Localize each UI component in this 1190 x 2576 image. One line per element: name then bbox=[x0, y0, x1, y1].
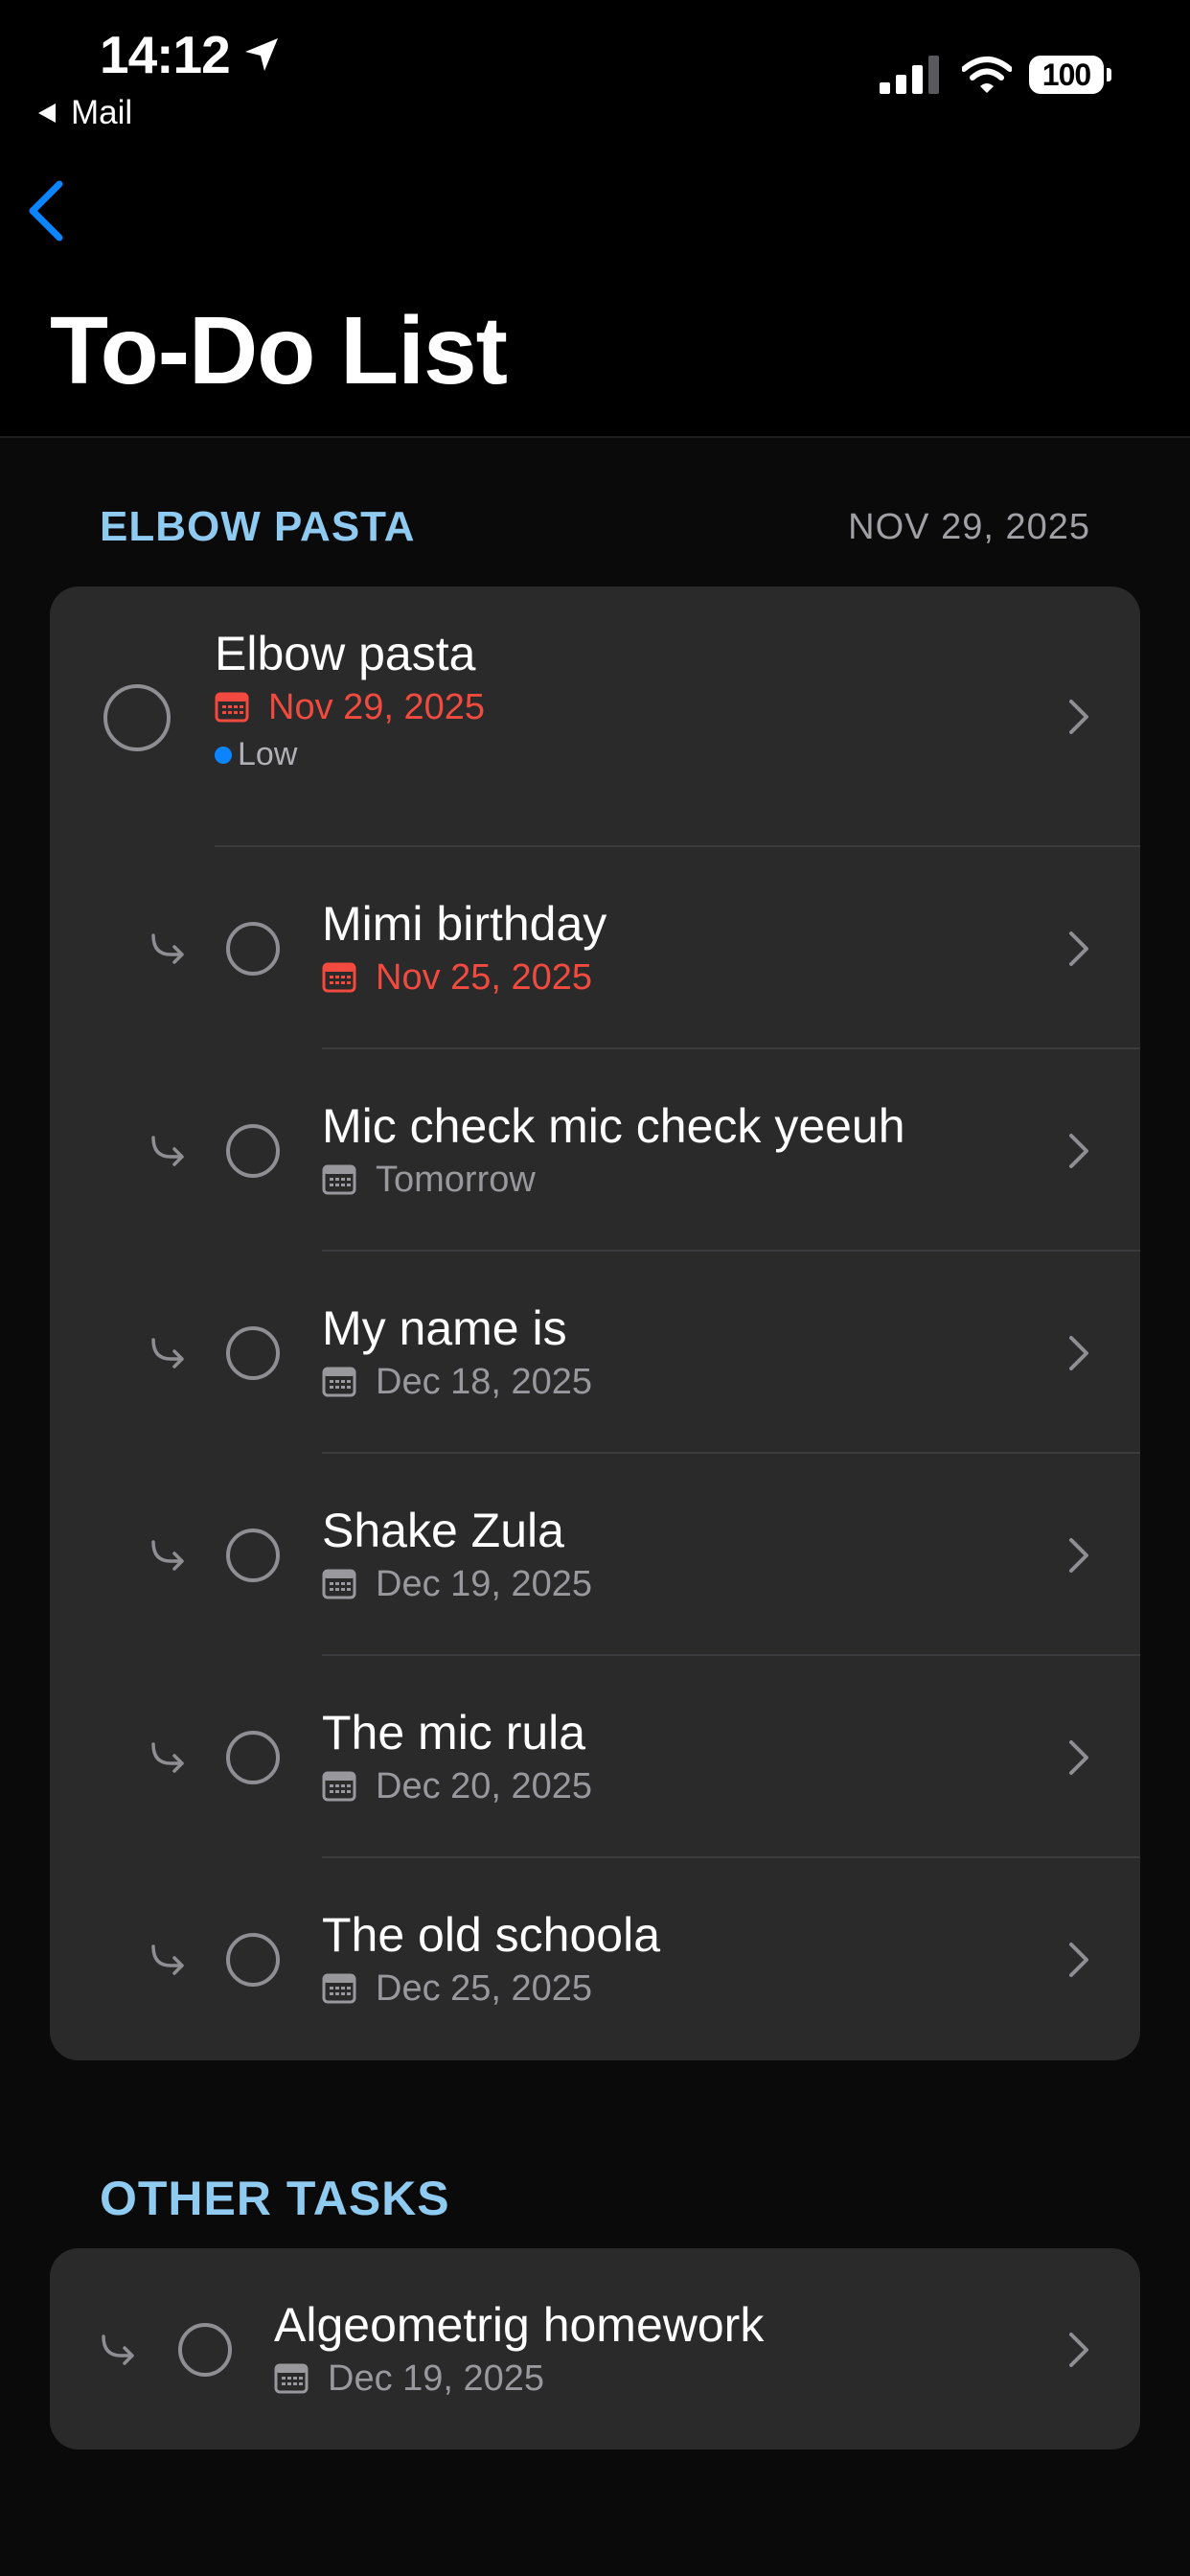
battery-indicator: 100 bbox=[1029, 56, 1104, 94]
calendar-icon bbox=[322, 962, 356, 993]
task-title: The mic rula bbox=[322, 1706, 586, 1760]
calendar-icon bbox=[322, 1164, 356, 1195]
subtask-arrow-icon bbox=[149, 1134, 188, 1168]
complete-toggle[interactable] bbox=[226, 1529, 280, 1582]
complete-toggle[interactable] bbox=[226, 922, 280, 976]
subtask-arrow-icon bbox=[149, 1740, 188, 1775]
parent-task-row[interactable]: Elbow pasta Nov 29, 2025 Low bbox=[50, 586, 1140, 847]
task-title: The old schoola bbox=[322, 1908, 661, 1962]
calendar-icon bbox=[274, 2363, 309, 2394]
subtask-arrow-icon bbox=[149, 1538, 188, 1573]
section-title: OTHER TASKS bbox=[100, 2172, 450, 2225]
chevron-right-icon bbox=[1067, 1334, 1090, 1372]
battery-level: 100 bbox=[1041, 57, 1091, 92]
status-indicators: 100 bbox=[880, 56, 1111, 94]
task-due-date: Dec 19, 2025 bbox=[322, 1561, 592, 1607]
complete-toggle[interactable] bbox=[226, 1124, 280, 1178]
chevron-left-icon bbox=[29, 180, 63, 242]
task-due-date: Nov 29, 2025 bbox=[215, 684, 485, 730]
task-title: Algeometrig homework bbox=[274, 2298, 765, 2352]
task-date-text: Dec 25, 2025 bbox=[376, 1968, 593, 2009]
task-date-text: Dec 18, 2025 bbox=[376, 1362, 593, 1402]
complete-toggle[interactable] bbox=[103, 684, 171, 751]
top-header-area: 14:12 Mail 100 To-Do List bbox=[0, 0, 1190, 438]
location-arrow-icon bbox=[244, 38, 278, 71]
battery-cap bbox=[1107, 68, 1111, 81]
task-row[interactable]: Algeometrig homework Dec 19, 2025 bbox=[50, 2248, 1140, 2450]
complete-toggle[interactable] bbox=[178, 2323, 232, 2377]
subtask-arrow-icon bbox=[149, 1336, 188, 1370]
priority-label: Low bbox=[238, 736, 298, 772]
complete-toggle[interactable] bbox=[226, 1731, 280, 1784]
subtask-row[interactable]: Mimi birthday Nov 25, 2025 bbox=[50, 847, 1140, 1049]
calendar-icon bbox=[322, 1973, 356, 2004]
back-app-label: Mail bbox=[71, 94, 133, 131]
section-date: NOV 29, 2025 bbox=[848, 506, 1090, 547]
section-title: ELBOW PASTA bbox=[100, 503, 416, 550]
nav-back-button[interactable] bbox=[19, 174, 73, 247]
subtask-row[interactable]: The old schoola Dec 25, 2025 bbox=[50, 1858, 1140, 2060]
calendar-icon bbox=[322, 1367, 356, 1397]
task-due-date: Dec 19, 2025 bbox=[274, 2356, 764, 2402]
status-time: 14:12 bbox=[100, 23, 282, 86]
task-due-date: Tomorrow bbox=[322, 1157, 905, 1203]
chevron-right-icon bbox=[1067, 930, 1090, 968]
task-due-date: Nov 25, 2025 bbox=[322, 954, 606, 1000]
subtask-row[interactable]: Mic check mic check yeeuh Tomorrow bbox=[50, 1049, 1140, 1252]
task-date-text: Dec 19, 2025 bbox=[376, 1564, 593, 1604]
task-title: My name is bbox=[322, 1301, 567, 1355]
chevron-right-icon bbox=[1067, 698, 1090, 736]
task-title: Elbow pasta bbox=[215, 627, 476, 680]
task-title: Mic check mic check yeeuh bbox=[322, 1099, 905, 1153]
back-to-app-button[interactable]: Mail bbox=[36, 94, 132, 132]
back-triangle-icon bbox=[38, 104, 56, 123]
subtask-row[interactable]: Shake Zula Dec 19, 2025 bbox=[50, 1454, 1140, 1656]
section-header-elbow-pasta: ELBOW PASTA NOV 29, 2025 bbox=[100, 498, 1090, 556]
page-title: To-Do List bbox=[50, 297, 508, 404]
task-date-text: Nov 29, 2025 bbox=[268, 687, 486, 727]
task-date-text: Dec 20, 2025 bbox=[376, 1766, 593, 1806]
wifi-icon bbox=[962, 57, 1012, 93]
subtask-row[interactable]: My name is Dec 18, 2025 bbox=[50, 1252, 1140, 1454]
task-due-date: Dec 25, 2025 bbox=[322, 1966, 660, 2012]
complete-toggle[interactable] bbox=[226, 1326, 280, 1380]
signal-icon bbox=[880, 56, 939, 94]
task-date-text: Nov 25, 2025 bbox=[376, 957, 593, 998]
chevron-right-icon bbox=[1067, 2331, 1090, 2369]
chevron-right-icon bbox=[1067, 1536, 1090, 1575]
calendar-icon bbox=[215, 692, 249, 723]
task-due-date: Dec 20, 2025 bbox=[322, 1763, 592, 1809]
task-due-date: Dec 18, 2025 bbox=[322, 1359, 592, 1405]
chevron-right-icon bbox=[1067, 1738, 1090, 1777]
task-group-card: Elbow pasta Nov 29, 2025 Low Mimi birthd… bbox=[50, 586, 1140, 2060]
task-title: Mimi birthday bbox=[322, 897, 607, 951]
subtask-arrow-icon bbox=[149, 1943, 188, 1977]
task-title: Shake Zula bbox=[322, 1504, 564, 1557]
priority-dot bbox=[215, 746, 232, 764]
subtask-arrow-icon bbox=[100, 2333, 138, 2367]
priority-badge: Low bbox=[215, 736, 485, 773]
chevron-right-icon bbox=[1067, 1941, 1090, 1979]
other-tasks-card: Algeometrig homework Dec 19, 2025 bbox=[50, 2248, 1140, 2450]
chevron-right-icon bbox=[1067, 1132, 1090, 1170]
task-date-text: Dec 19, 2025 bbox=[328, 2358, 545, 2399]
subtask-arrow-icon bbox=[149, 932, 188, 966]
calendar-icon bbox=[322, 1771, 356, 1802]
task-date-text: Tomorrow bbox=[376, 1160, 536, 1200]
calendar-icon bbox=[322, 1569, 356, 1599]
subtask-row[interactable]: The mic rula Dec 20, 2025 bbox=[50, 1656, 1140, 1858]
section-header-other-tasks: OTHER TASKS bbox=[100, 2170, 1090, 2227]
status-time-text: 14:12 bbox=[100, 25, 231, 84]
complete-toggle[interactable] bbox=[226, 1933, 280, 1987]
